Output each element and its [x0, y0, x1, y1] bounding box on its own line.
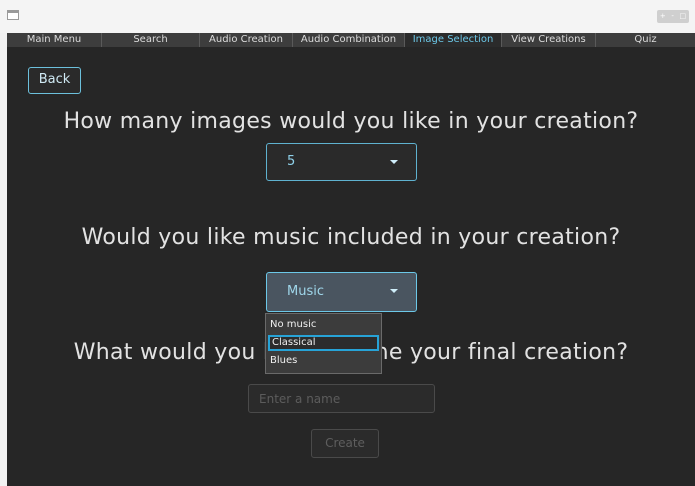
back-button[interactable]: Back — [28, 67, 81, 94]
music-value: Music — [287, 284, 324, 299]
music-question: Would you like music included in your cr… — [81, 225, 621, 250]
app-window: + - □ Main Menu Search Audio Creation Au… — [0, 0, 695, 486]
tab-quiz[interactable]: Quiz — [596, 33, 695, 47]
music-option-blues[interactable]: Blues — [266, 353, 383, 369]
tab-image-selection[interactable]: Image Selection — [405, 33, 502, 47]
chevron-down-icon — [390, 289, 398, 293]
window-controls: + - □ — [657, 10, 689, 23]
tab-audio-creation[interactable]: Audio Creation — [200, 33, 293, 47]
image-count-value: 5 — [287, 154, 296, 169]
tab-audio-combination[interactable]: Audio Combination — [293, 33, 405, 47]
image-count-dropdown[interactable]: 5 — [266, 143, 417, 181]
title-bar: + - □ — [0, 0, 695, 33]
minimize-icon[interactable]: - — [671, 13, 674, 20]
creation-name-input[interactable] — [248, 384, 435, 413]
music-dropdown[interactable]: Music — [266, 272, 417, 312]
maximize-icon[interactable]: + — [660, 13, 666, 20]
image-selection-panel: Back How many images would you like in y… — [7, 47, 695, 486]
image-count-question: How many images would you like in your c… — [63, 109, 639, 134]
music-option-no-music[interactable]: No music — [266, 317, 383, 333]
window-icon — [7, 10, 19, 20]
chevron-down-icon — [390, 160, 398, 164]
tab-view-creations[interactable]: View Creations — [502, 33, 596, 47]
music-option-classical[interactable]: Classical — [268, 335, 379, 351]
tab-bar: Main Menu Search Audio Creation Audio Co… — [7, 33, 695, 47]
create-button[interactable]: Create — [311, 429, 379, 458]
tab-search[interactable]: Search — [102, 33, 200, 47]
tab-main-menu[interactable]: Main Menu — [7, 33, 102, 47]
restore-icon[interactable]: □ — [680, 13, 687, 20]
music-dropdown-list: No music Classical Blues — [265, 313, 382, 374]
